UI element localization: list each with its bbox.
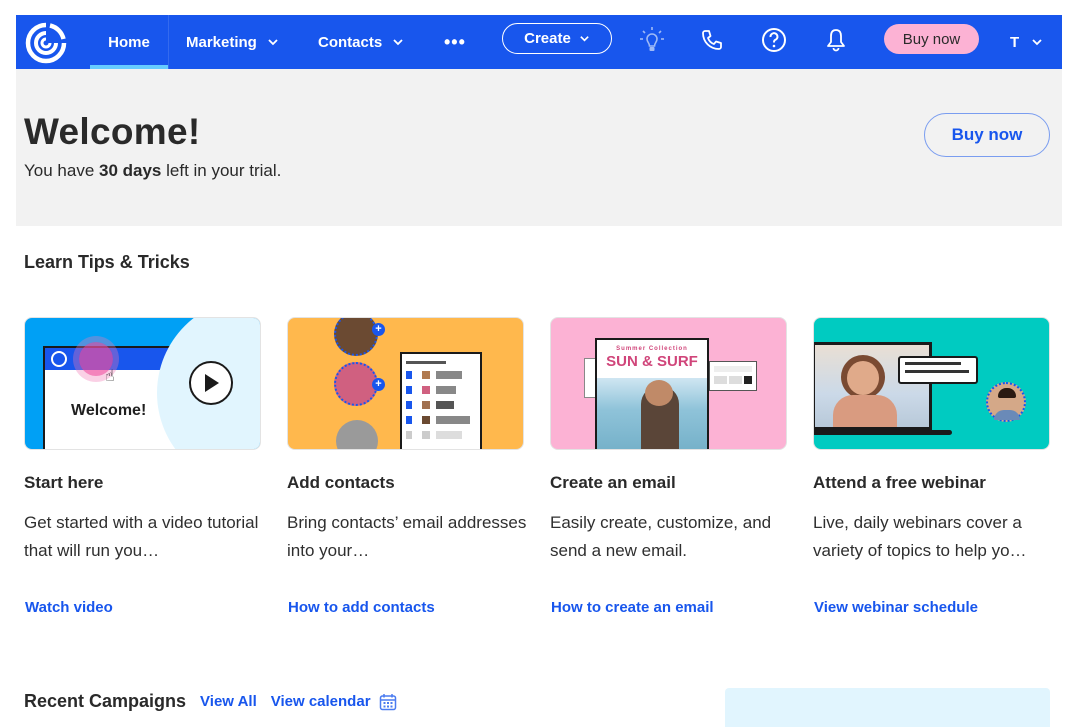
buy-now-label: Buy now xyxy=(951,125,1023,144)
phone-icon[interactable] xyxy=(698,26,726,54)
play-icon[interactable] xyxy=(189,361,233,405)
nav-divider xyxy=(168,15,169,69)
attendee-avatar xyxy=(986,382,1026,422)
chevron-down-icon xyxy=(268,39,278,46)
more-icon: ••• xyxy=(444,31,466,52)
email-thumbnail[interactable]: Summer Collection SUN & SURF xyxy=(550,317,787,450)
card-title: Create an email xyxy=(550,473,676,492)
chat-bubble xyxy=(898,356,978,384)
how-to-create-email-link[interactable]: How to create an email xyxy=(551,599,714,616)
lightbulb-icon[interactable] xyxy=(638,26,666,54)
side-panel xyxy=(725,688,1050,727)
video-thumbnail[interactable]: ☝ Welcome! xyxy=(24,317,261,450)
contact-list-preview xyxy=(400,352,482,449)
top-nav: Home Marketing Contacts ••• Create Buy n… xyxy=(16,15,1062,69)
card-description: Get started with a video tutorial that w… xyxy=(24,513,259,560)
bell-icon[interactable] xyxy=(822,26,850,54)
chevron-down-icon xyxy=(1032,39,1042,46)
user-menu[interactable]: T xyxy=(1010,15,1043,69)
card-title: Start here xyxy=(24,473,104,492)
buy-now-button[interactable]: Buy now xyxy=(924,113,1050,157)
watch-video-link[interactable]: Watch video xyxy=(25,599,113,616)
email-subheading: Summer Collection xyxy=(616,346,688,352)
contacts-thumbnail[interactable]: + + xyxy=(287,317,524,450)
trial-status: You have 30 days left in your trial. xyxy=(24,161,281,181)
view-calendar-label: View calendar xyxy=(270,693,371,710)
trial-days: 30 days xyxy=(99,161,162,180)
nav-contacts-label: Contacts xyxy=(318,33,383,51)
welcome-banner: Welcome! You have 30 days left in your t… xyxy=(16,69,1062,226)
create-label: Create xyxy=(524,30,571,47)
nav-contacts[interactable]: Contacts xyxy=(318,15,404,69)
calendar-icon xyxy=(379,693,396,710)
nav-marketing[interactable]: Marketing xyxy=(186,15,279,69)
nav-home-label: Home xyxy=(108,33,150,51)
trial-prefix: You have xyxy=(24,161,99,180)
how-to-add-contacts-link[interactable]: How to add contacts xyxy=(288,599,435,616)
tip-card-start-here: ☝ Welcome! Start here Get started with a… xyxy=(24,317,261,616)
tip-card-create-email: Summer Collection SUN & SURF Create an e… xyxy=(550,317,787,616)
nav-marketing-label: Marketing xyxy=(186,33,257,51)
contact-avatar xyxy=(334,318,378,356)
recent-campaigns-header: Recent Campaigns View All View calendar xyxy=(24,691,397,712)
page-title: Welcome! xyxy=(24,111,201,152)
app-frame: Home Marketing Contacts ••• Create Buy n… xyxy=(16,15,1062,727)
card-description: Easily create, customize, and send a new… xyxy=(550,513,772,560)
buy-now-nav-label: Buy now xyxy=(902,30,961,48)
tip-card-add-contacts: + + Add contacts Bring contacts’ email a… xyxy=(287,317,526,616)
style-popover xyxy=(709,361,757,391)
create-button[interactable]: Create xyxy=(502,23,612,54)
hand-cursor-icon: ☝ xyxy=(105,368,115,385)
chevron-down-icon xyxy=(580,36,589,42)
card-title: Add contacts xyxy=(287,473,395,492)
nav-home[interactable]: Home xyxy=(90,15,168,69)
card-description: Live, daily webinars cover a variety of … xyxy=(813,513,1027,560)
thumb-welcome: Welcome! xyxy=(71,402,147,419)
constant-contact-logo-icon[interactable] xyxy=(24,21,68,65)
tips-section-title: Learn Tips & Tricks xyxy=(24,252,190,272)
contact-avatar xyxy=(336,420,378,449)
help-icon[interactable] xyxy=(760,26,788,54)
recent-campaigns-title: Recent Campaigns xyxy=(24,691,187,711)
tip-card-webinar: Attend a free webinar Live, daily webina… xyxy=(813,317,1050,616)
add-icon: + xyxy=(372,323,385,336)
card-title: Attend a free webinar xyxy=(813,473,986,492)
add-icon: + xyxy=(372,378,385,391)
view-calendar-link[interactable]: View calendar xyxy=(271,693,397,711)
card-description: Bring contacts’ email addresses into you… xyxy=(287,513,527,560)
more-menu-button[interactable]: ••• xyxy=(444,15,466,69)
email-preview: Summer Collection SUN & SURF xyxy=(595,338,709,449)
thumb-logo-icon xyxy=(51,351,67,367)
trial-suffix: left in your trial. xyxy=(161,161,282,180)
buy-now-nav-button[interactable]: Buy now xyxy=(884,24,979,54)
email-heading: SUN & SURF xyxy=(606,353,698,370)
user-initial: T xyxy=(1010,33,1020,51)
webinar-thumbnail[interactable] xyxy=(813,317,1050,450)
laptop-base xyxy=(814,430,952,435)
view-all-link[interactable]: View All xyxy=(200,693,257,710)
chevron-down-icon xyxy=(393,39,403,46)
view-webinar-schedule-link[interactable]: View webinar schedule xyxy=(814,599,978,616)
